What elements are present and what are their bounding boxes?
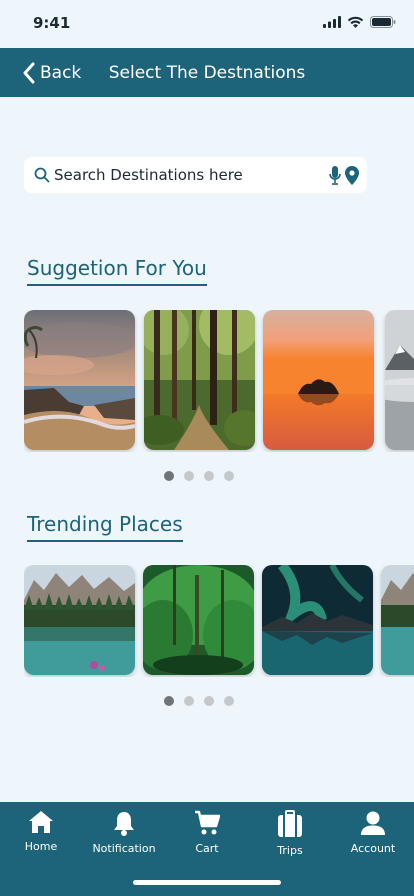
home-icon — [29, 811, 53, 833]
alpine-lake-image — [24, 565, 135, 675]
bottom-tab-bar: Home Notification Cart Trips Account — [0, 802, 414, 896]
suggestions-carousel[interactable] — [24, 310, 414, 452]
home-indicator — [133, 880, 281, 885]
page-title: Select The Destnations — [0, 63, 414, 83]
trending-card-alpine-lake-2[interactable] — [381, 565, 414, 675]
signal-icon — [323, 16, 341, 28]
battery-icon — [370, 16, 396, 28]
status-icons — [323, 16, 396, 28]
misty-mountain-image — [385, 310, 414, 450]
pagination-dot-3[interactable] — [204, 696, 214, 706]
suggestions-pagination — [164, 471, 234, 481]
wifi-icon — [347, 16, 364, 28]
destination-card-misty-mountain[interactable] — [385, 310, 414, 450]
destination-card-forest[interactable] — [144, 310, 255, 450]
alpine-lake-2-image — [381, 565, 414, 675]
search-box — [24, 157, 367, 193]
pagination-dot-1[interactable] — [164, 471, 174, 481]
pagination-dot-3[interactable] — [204, 471, 214, 481]
page-title-text: Select The Destnations — [108, 63, 306, 83]
pagination-dot-4[interactable] — [224, 696, 234, 706]
navigation-bar: Back Select The Destnations — [0, 48, 414, 97]
trending-carousel[interactable] — [24, 565, 414, 677]
tab-notification-label: Notification — [92, 842, 156, 855]
search-icon — [34, 167, 50, 183]
trending-pagination — [164, 696, 234, 706]
trending-card-jungle[interactable] — [143, 565, 254, 675]
destination-card-beach[interactable] — [24, 310, 135, 450]
location-pin-icon[interactable] — [345, 166, 359, 185]
tab-home-label: Home — [24, 840, 58, 853]
aurora-image — [262, 565, 373, 675]
pagination-dot-4[interactable] — [224, 471, 234, 481]
bell-icon — [114, 812, 134, 836]
pagination-dot-1[interactable] — [164, 696, 174, 706]
tab-trips-label: Trips — [277, 844, 303, 857]
destination-card-sunset-lake[interactable] — [263, 310, 374, 450]
tab-notification[interactable]: Notification — [83, 810, 165, 860]
tab-home[interactable]: Home — [0, 810, 82, 860]
tab-cart-label: Cart — [195, 842, 219, 855]
tab-trips[interactable]: Trips — [249, 810, 331, 860]
pagination-dot-2[interactable] — [184, 471, 194, 481]
microphone-icon[interactable] — [329, 166, 341, 185]
tab-account-label: Account — [350, 842, 396, 855]
trending-card-alpine-lake[interactable] — [24, 565, 135, 675]
sunset-lake-image — [263, 310, 374, 450]
tab-account[interactable]: Account — [332, 810, 414, 860]
forest-image — [144, 310, 255, 450]
pagination-dot-2[interactable] — [184, 696, 194, 706]
suitcase-icon — [278, 810, 302, 837]
trending-title: Trending Places — [27, 512, 183, 542]
search-input[interactable] — [54, 157, 314, 193]
beach-image — [24, 310, 135, 450]
person-icon — [361, 811, 385, 835]
tab-cart[interactable]: Cart — [166, 810, 248, 860]
status-bar: 9:41 — [0, 0, 414, 48]
status-time: 9:41 — [33, 14, 71, 32]
trending-card-aurora[interactable] — [262, 565, 373, 675]
jungle-image — [143, 565, 254, 675]
cart-icon — [195, 810, 220, 835]
suggestions-title: Suggetion For You — [27, 256, 207, 286]
